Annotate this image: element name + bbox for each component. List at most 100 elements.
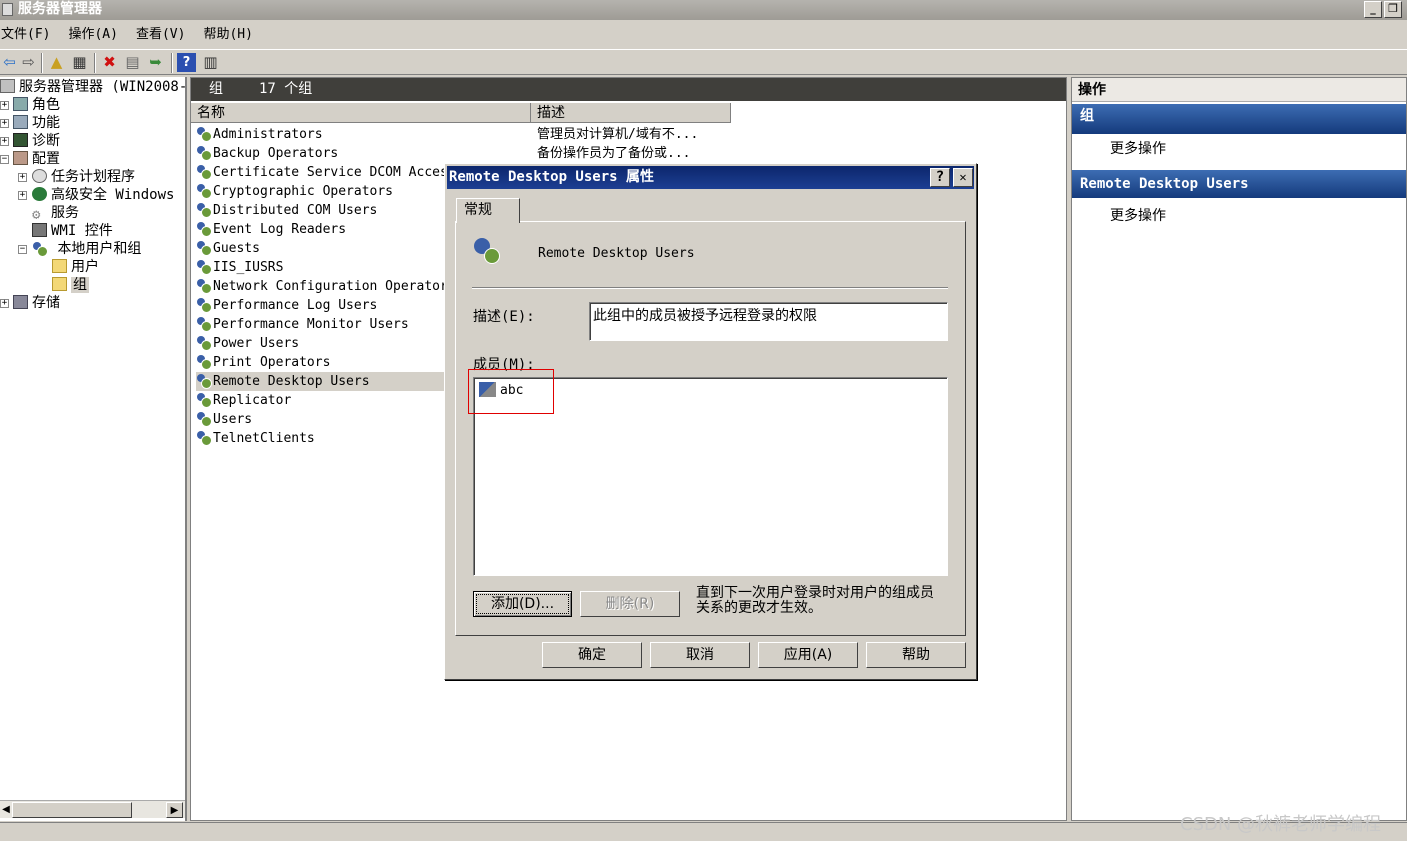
toolbar-separator (171, 53, 173, 73)
table-row[interactable]: Administrators 管理员对计算机/域有不... (196, 125, 1066, 144)
tree-item-label: 配置 (32, 151, 60, 167)
group-name-cell: TelnetClients (213, 431, 315, 446)
group-icon (196, 392, 212, 408)
menu-action[interactable]: 操作(A) (67, 22, 124, 48)
help-button[interactable]: 帮助 (866, 642, 966, 668)
tree-item-local-users-groups[interactable]: 本地用户和组 (32, 240, 141, 258)
tree-item-label: 存储 (32, 295, 60, 311)
export-icon[interactable]: ➥ (146, 53, 165, 72)
toolbar-separator (94, 53, 96, 73)
diagnostics-icon (13, 133, 28, 147)
tree-item-services[interactable]: ⚙ 服务 (32, 204, 79, 222)
group-name-cell: Distributed COM Users (213, 203, 378, 218)
tree-item-roles[interactable]: 角色 (13, 96, 60, 114)
group-name-cell: Backup Operators (213, 146, 339, 161)
forward-icon[interactable]: ⇨ (19, 53, 38, 72)
description-label: 描述(E): (473, 309, 535, 325)
features-icon (13, 115, 28, 129)
results-title: 组 (209, 81, 223, 97)
expand-icon[interactable]: + (0, 119, 9, 128)
actions-title: 操作 (1072, 78, 1406, 102)
menu-help[interactable]: 帮助(H) (202, 22, 259, 48)
group-name-cell: Certificate Service DCOM Access (213, 165, 456, 180)
ok-button[interactable]: 确定 (542, 642, 642, 668)
server-icon (0, 79, 15, 93)
server-manager-icon (2, 3, 13, 16)
group-icon (196, 126, 212, 142)
tree-item-firewall[interactable]: 高级安全 Windows (32, 186, 174, 204)
tree-item-wmi[interactable]: WMI 控件 (32, 222, 113, 240)
group-icon (196, 183, 212, 199)
properties-icon[interactable]: ▤ (123, 53, 142, 72)
tree-item-storage[interactable]: 存储 (13, 294, 60, 312)
actions-section-groups[interactable]: 组 (1072, 104, 1406, 134)
more-actions-link[interactable]: 更多操作 (1110, 205, 1166, 225)
tree-item-diagnostics[interactable]: 诊断 (13, 132, 60, 150)
table-row[interactable]: Remote Desktop Users (196, 372, 446, 391)
cancel-button[interactable]: 取消 (650, 642, 750, 668)
group-icon (196, 221, 212, 237)
tree-horizontal-scrollbar[interactable]: ◀ ▶ (0, 800, 185, 818)
help-icon[interactable]: ? (177, 53, 196, 72)
group-icon (196, 240, 212, 256)
firewall-icon (32, 187, 47, 201)
minimize-button[interactable]: _ (1364, 1, 1382, 18)
group-icon (196, 278, 212, 294)
tab-panel: Remote Desktop Users 描述(E): 此组中的成员被授予远程登… (455, 221, 966, 636)
tree-item-features[interactable]: 功能 (13, 114, 60, 132)
expand-icon[interactable]: + (0, 299, 9, 308)
group-name-cell: Cryptographic Operators (213, 184, 394, 199)
tree-root-label: 服务器管理器 (WIN2008- (19, 79, 188, 95)
add-button[interactable]: 添加(D)... (473, 591, 572, 617)
tree-root[interactable]: 服务器管理器 (WIN2008- (0, 78, 187, 96)
tree-item-configuration[interactable]: 配置 (13, 150, 60, 168)
dialog-close-button[interactable]: ✕ (953, 168, 973, 187)
menu-file[interactable]: 文件(F) (0, 22, 57, 48)
expand-icon[interactable]: + (0, 137, 9, 146)
expand-icon[interactable]: + (18, 173, 27, 182)
group-name-cell: Performance Log Users (213, 298, 378, 313)
dialog-title: Remote Desktop Users 属性 (449, 169, 655, 185)
scroll-right-icon[interactable]: ▶ (166, 802, 183, 818)
tree-item-label: 高级安全 Windows (51, 187, 175, 203)
apply-button[interactable]: 应用(A) (758, 642, 858, 668)
menu-view[interactable]: 查看(V) (135, 22, 192, 48)
up-folder-icon[interactable]: ▲ (47, 53, 66, 72)
group-name-cell: IIS_IUSRS (213, 260, 284, 275)
storage-icon (13, 295, 28, 309)
group-name-cell: Administrators (213, 127, 323, 142)
help-question-button[interactable]: ? (930, 168, 950, 187)
roles-icon (13, 97, 28, 111)
collapse-icon[interactable]: − (0, 155, 9, 164)
scroll-left-icon[interactable]: ◀ (0, 802, 12, 818)
group-icon (196, 259, 212, 275)
group-icon (196, 335, 212, 351)
column-header-description[interactable]: 描述 (531, 103, 731, 123)
folder-icon (52, 277, 67, 291)
expand-icon[interactable]: + (18, 191, 27, 200)
more-actions-link[interactable]: 更多操作 (1110, 138, 1166, 158)
description-field[interactable]: 此组中的成员被授予远程登录的权限 (589, 302, 948, 341)
back-icon[interactable]: ⇦ (0, 53, 19, 72)
tree-item-groups[interactable]: 组 (52, 276, 89, 294)
tree-item-users[interactable]: 用户 (52, 258, 99, 276)
restore-button[interactable]: ❐ (1384, 1, 1402, 18)
group-name-cell: Power Users (213, 336, 300, 351)
console-tree-icon[interactable]: ▦ (70, 53, 89, 72)
group-icon (196, 373, 212, 389)
column-header-name[interactable]: 名称 (191, 103, 531, 123)
tab-general[interactable]: 常规 (456, 198, 520, 223)
collapse-icon[interactable]: − (18, 245, 27, 254)
actions-section-remote-desktop-users[interactable]: Remote Desktop Users (1072, 170, 1406, 198)
group-name-cell: Replicator (213, 393, 292, 408)
group-name-cell: Remote Desktop Users (213, 374, 370, 389)
scroll-thumb[interactable] (12, 802, 132, 818)
remove-button[interactable]: 删除(R) (580, 591, 680, 617)
expand-icon[interactable]: + (0, 101, 9, 110)
show-action-pane-icon[interactable]: ▥ (201, 53, 220, 72)
tree-item-task-scheduler[interactable]: 任务计划程序 (32, 168, 135, 186)
menu-bar: 文件(F) 操作(A) 查看(V) 帮助(H) (0, 22, 1407, 48)
table-row[interactable]: Backup Operators 备份操作员为了备份或... (196, 144, 1066, 163)
group-icon (196, 430, 212, 446)
delete-icon[interactable]: ✖ (100, 53, 119, 72)
